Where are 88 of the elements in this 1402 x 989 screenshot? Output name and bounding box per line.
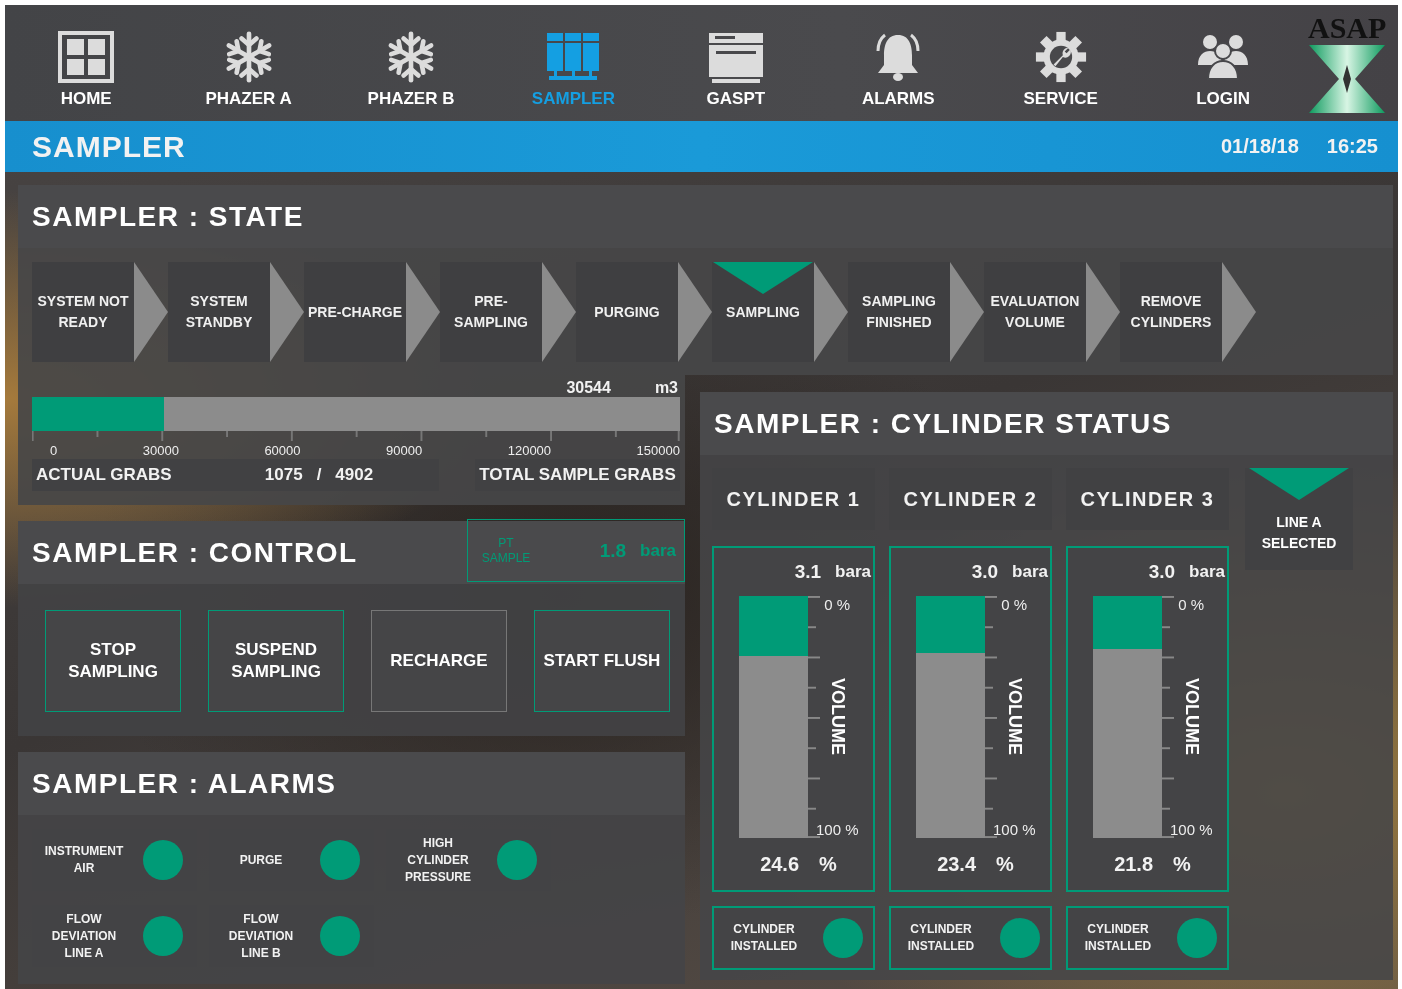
volume-value: 30544 xyxy=(566,379,611,397)
installed-label: CYLINDER INSTALLED xyxy=(729,921,799,955)
control-button[interactable]: START FLUSH xyxy=(534,610,670,712)
nav-tab[interactable]: GASPT xyxy=(654,5,818,121)
grabs-label: TOTAL SAMPLE GRABS xyxy=(475,459,680,491)
alarm-label: PURGE xyxy=(238,851,284,869)
separator-text: / xyxy=(316,465,322,485)
pressure-value: 3.1 xyxy=(794,561,822,583)
state-step: SAMPLING FINISHED xyxy=(848,262,950,362)
triangle-marker-icon xyxy=(713,262,813,294)
nav-tab[interactable]: ALARMS xyxy=(817,5,980,121)
volume-reading: 24.6 xyxy=(760,852,800,876)
chevron-icon xyxy=(134,262,168,362)
triangle-marker-icon xyxy=(1249,468,1349,500)
pressure-unit: bara xyxy=(640,540,676,561)
oven-icon xyxy=(707,31,764,83)
nav-tab[interactable]: SERVICE xyxy=(979,5,1142,121)
chevron-icon xyxy=(814,262,848,362)
control-button[interactable]: STOP SAMPLING xyxy=(45,610,181,712)
cylinders-icon xyxy=(545,31,602,83)
actual-grabs: 1075 xyxy=(264,465,303,485)
tick-label: 60000 xyxy=(264,442,301,458)
hourglass-logo-icon xyxy=(1309,45,1386,113)
scale-label: 0 % xyxy=(824,596,851,613)
axis-label: VOLUME xyxy=(1180,678,1202,756)
state-step: PRE-CHARGE xyxy=(304,262,406,362)
state-step: EVALUATION VOLUME xyxy=(984,262,1086,362)
volume-reading: 23.4 xyxy=(937,852,977,876)
panel-title: SAMPLER : STATE xyxy=(32,200,304,233)
panel-title: SAMPLER : ALARMS xyxy=(32,767,337,800)
state-step: PRE-SAMPLING xyxy=(440,262,542,362)
state-step: SYSTEM STANDBY xyxy=(168,262,270,362)
nav-tab[interactable]: HOME xyxy=(5,5,168,121)
page-title: SAMPLER xyxy=(32,129,186,164)
alarm-label: FLOW DEVIATION LINE B xyxy=(227,910,295,962)
line-indicator: LINE A SELECTED xyxy=(1245,468,1353,570)
control-button[interactable]: SUSPEND SAMPLING xyxy=(208,610,344,712)
pressure-value: 1.8 xyxy=(599,539,627,562)
tick-label: 150000 xyxy=(636,442,680,458)
chevron-icon xyxy=(1222,262,1256,362)
scale-label: 100 % xyxy=(993,821,1036,838)
grabs-label: ACTUAL GRABS xyxy=(32,459,199,491)
pressure-unit: bara xyxy=(1012,562,1048,582)
installed-label: CYLINDER INSTALLED xyxy=(1083,921,1153,955)
volume-unit: % xyxy=(819,852,837,876)
state-step: PURGING xyxy=(576,262,678,362)
chevron-icon xyxy=(950,262,984,362)
volume-unit: % xyxy=(1173,852,1191,876)
panel-title: SAMPLER : CONTROL xyxy=(32,536,358,569)
chevron-icon xyxy=(678,262,712,362)
panel-title: SAMPLER : CYLINDER STATUS xyxy=(714,407,1173,440)
nav-tab[interactable]: PHAZER A xyxy=(167,5,330,121)
control-button[interactable]: RECHARGE xyxy=(371,610,507,712)
scale-label: 0 % xyxy=(1001,596,1028,613)
alarm-label: INSTRUMENT AIR xyxy=(43,843,125,877)
chevron-icon xyxy=(270,262,304,362)
pressure-value: 3.0 xyxy=(971,561,999,583)
axis-label: VOLUME xyxy=(1003,678,1025,756)
alarm-label: FLOW DEVIATION LINE A xyxy=(50,910,118,962)
installed-label: CYLINDER INSTALLED xyxy=(906,921,976,955)
state-step: REMOVE CYLINDERS xyxy=(1120,262,1222,362)
pressure-label: PT SAMPLE xyxy=(480,535,532,566)
total-grabs: 4902 xyxy=(335,465,374,485)
nav-tab[interactable]: PHAZER B xyxy=(329,5,493,121)
nav-tab[interactable]: LOGIN xyxy=(1141,5,1305,121)
volume-unit: % xyxy=(996,852,1014,876)
alarm-label: HIGH CYLINDER PRESSURE xyxy=(404,834,472,886)
cylinder-heading: CYLINDER 3 xyxy=(1066,468,1229,530)
tick-label: 30000 xyxy=(142,442,179,458)
scale-label: 100 % xyxy=(816,821,859,838)
scale-label: 0 % xyxy=(1178,596,1205,613)
chevron-icon xyxy=(1086,262,1120,362)
grid-icon xyxy=(58,31,115,83)
volume-reading: 21.8 xyxy=(1114,852,1154,876)
pressure-value: 3.0 xyxy=(1148,561,1176,583)
axis-label: VOLUME xyxy=(826,678,848,756)
chevron-icon xyxy=(406,262,440,362)
tick-label: 0 xyxy=(50,442,58,458)
time-text: 16:25 xyxy=(1326,135,1378,158)
volume-unit: m3 xyxy=(654,379,678,397)
pressure-unit: bara xyxy=(1189,562,1225,582)
pressure-unit: bara xyxy=(835,562,871,582)
date-text: 01/18/18 xyxy=(1221,135,1299,158)
chevron-icon xyxy=(542,262,576,362)
state-step: SYSTEM NOT READY xyxy=(32,262,134,362)
scale-label: 100 % xyxy=(1170,821,1213,838)
tick-label: 120000 xyxy=(507,442,552,458)
tick-label: 90000 xyxy=(386,442,423,458)
